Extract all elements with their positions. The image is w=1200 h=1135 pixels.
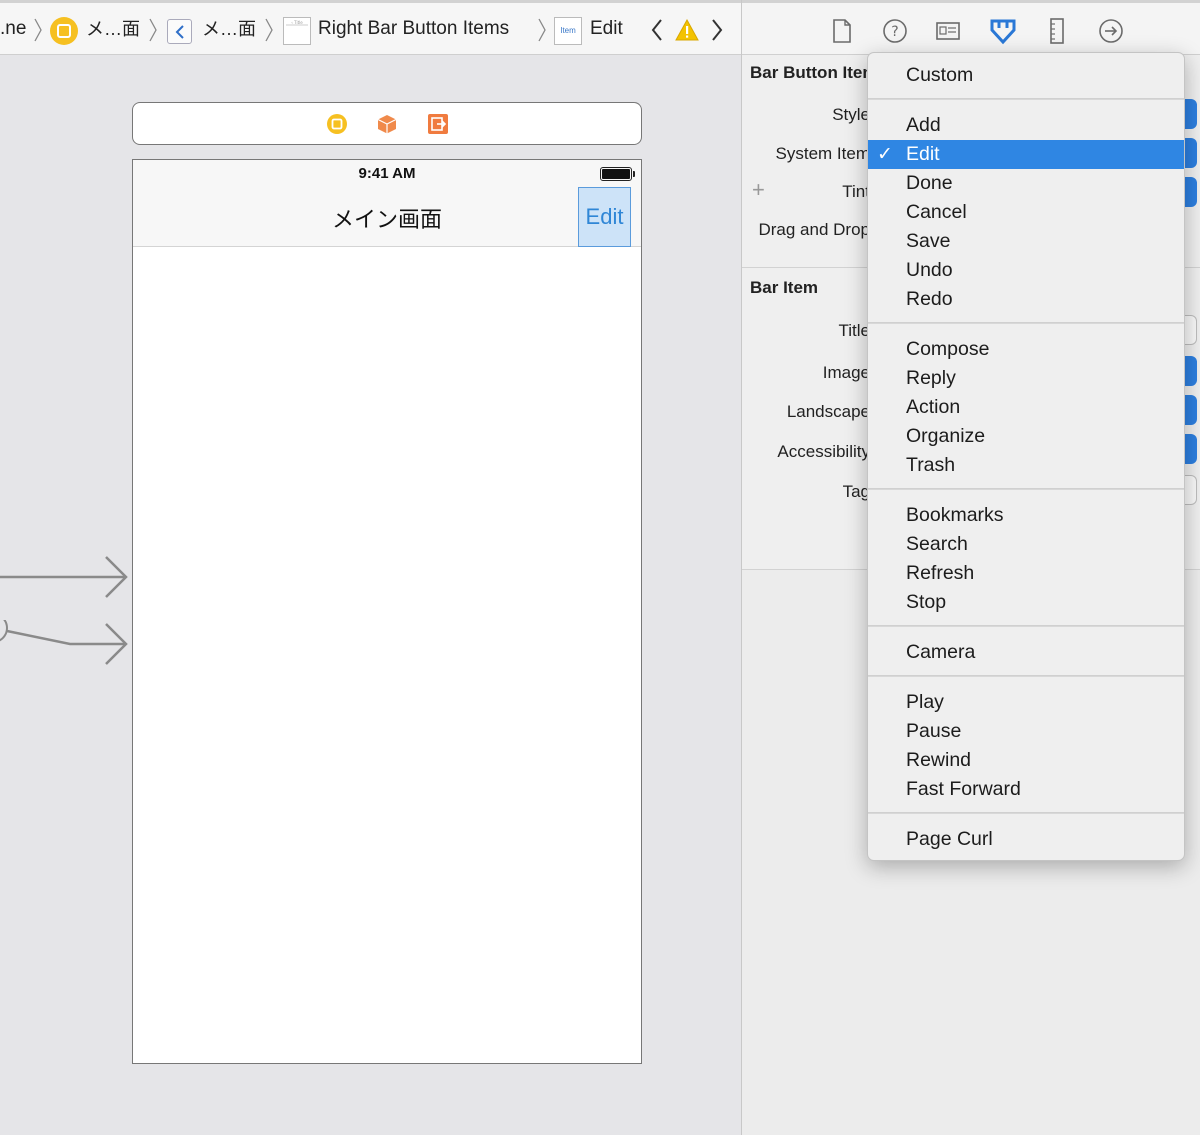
menu-separator [868,322,1184,324]
style-popup-edge[interactable] [1183,99,1197,129]
menu-item-reply[interactable]: Reply [868,364,1184,393]
menu-separator [868,488,1184,490]
menu-item-page-curl[interactable]: Page Curl [868,825,1184,854]
connections-icon[interactable] [1097,17,1123,45]
bar-button-item-icon: Item [554,17,582,45]
bar-items-icon: ‹ Title [283,17,311,45]
checkmark-icon: ✓ [877,144,893,165]
menu-item-add[interactable]: Add [868,111,1184,140]
identity-icon[interactable] [934,17,960,45]
prop-label-style: Style [832,105,870,124]
landscape-popup-edge[interactable] [1183,395,1197,425]
edit-bar-button-item[interactable]: Edit [578,187,631,247]
prop-label-tint: Tint [842,182,870,201]
breadcrumb-view-controller[interactable]: メ…面 [86,3,140,55]
menu-item-refresh[interactable]: Refresh [868,559,1184,588]
menu-item-trash[interactable]: Trash [868,451,1184,480]
prop-label-tag: Tag [842,482,870,501]
menu-item-done[interactable]: Done [868,169,1184,198]
menu-item-save[interactable]: Save [868,227,1184,256]
menu-item-fast-forward[interactable]: Fast Forward [868,775,1184,804]
prop-label-landscape: Landscape [786,402,870,421]
prop-label-accessibility: Accessibility [777,442,870,461]
menu-item-redo[interactable]: Redo [868,285,1184,314]
attributes-icon[interactable] [988,17,1018,45]
navigation-title: メイン画面 [331,207,442,232]
image-popup-edge[interactable] [1183,356,1197,386]
tag-stepper-edge[interactable] [1183,475,1197,505]
breadcrumb-right-bar-button-items[interactable]: Right Bar Button Items [318,3,509,55]
prop-label-drag-and-drop: Drag and Drop [758,220,870,239]
breadcrumb-edit-item[interactable]: Edit [590,3,623,55]
menu-item-stop[interactable]: Stop [868,588,1184,617]
help-icon[interactable]: ? [881,17,907,45]
navigation-item-icon [167,19,192,44]
relationship-segue-arrow[interactable] [0,620,135,670]
tint-popup-edge[interactable] [1183,177,1197,207]
menu-item-undo[interactable]: Undo [868,256,1184,285]
prop-label-image: Image [822,363,870,382]
warning-icon[interactable] [675,18,699,41]
breadcrumb-scene-name[interactable]: .ne [0,3,26,55]
scene-icon [50,17,78,45]
menu-item-camera[interactable]: Camera [868,638,1184,667]
menu-item-edit-label: Edit [906,143,940,165]
inspector-tabs: ? [742,0,1200,55]
system-item-popup-edge[interactable] [1183,138,1197,168]
prop-label-system-item: System Item [775,144,870,163]
menu-separator [868,675,1184,677]
jump-bar: .ne メ…面 メ…面 ‹ Title Right Bar Button Ite… [0,0,741,55]
first-responder-icon[interactable] [376,113,398,135]
menu-item-custom[interactable]: Custom [868,61,1184,90]
menu-separator [868,625,1184,627]
chevron-right-icon [264,17,274,43]
prop-label-title: Title [838,321,871,340]
menu-item-compose[interactable]: Compose [868,335,1184,364]
chevron-right-icon [148,17,158,43]
menu-item-pause[interactable]: Pause [868,717,1184,746]
status-time: 9:41 AM [358,165,416,182]
previous-issue-arrow-icon[interactable] [650,17,664,43]
section-title-bar-button-item: Bar Button Item [750,63,878,82]
view-controller-icon[interactable] [326,113,348,135]
storyboard-canvas[interactable]: 9:41 AM メイン画面 Edit [0,55,741,1135]
size-icon[interactable] [1044,17,1070,45]
menu-separator [868,812,1184,814]
scene-dock [132,102,642,145]
svg-text:?: ? [891,24,898,40]
menu-item-search[interactable]: Search [868,530,1184,559]
add-variation-icon[interactable]: + [752,177,765,203]
breadcrumb-navigation-item[interactable]: メ…面 [202,3,256,55]
segue-arrow[interactable] [0,552,135,602]
title-field-edge[interactable] [1183,315,1197,345]
system-item-menu: Custom Add ✓ Edit Done Cancel Save Undo R… [867,52,1185,861]
menu-item-organize[interactable]: Organize [868,422,1184,451]
chevron-right-icon [33,17,43,43]
menu-item-rewind[interactable]: Rewind [868,746,1184,775]
accessibility-popup-edge[interactable] [1183,434,1197,464]
exit-icon[interactable] [427,113,449,135]
menu-item-bookmarks[interactable]: Bookmarks [868,501,1184,530]
chevron-right-icon [537,17,547,43]
menu-item-action[interactable]: Action [868,393,1184,422]
file-icon[interactable] [829,17,855,45]
view-controller-scene[interactable]: 9:41 AM メイン画面 Edit [132,159,642,1064]
next-issue-arrow-icon[interactable] [710,17,724,43]
menu-item-cancel[interactable]: Cancel [868,198,1184,227]
svg-text:‹ Title: ‹ Title [291,20,303,25]
menu-item-edit[interactable]: ✓ Edit [868,140,1184,169]
navigation-bar: 9:41 AM メイン画面 Edit [133,160,641,247]
menu-separator [868,98,1184,100]
battery-icon [600,167,635,181]
menu-item-play[interactable]: Play [868,688,1184,717]
section-title-bar-item: Bar Item [750,278,819,297]
